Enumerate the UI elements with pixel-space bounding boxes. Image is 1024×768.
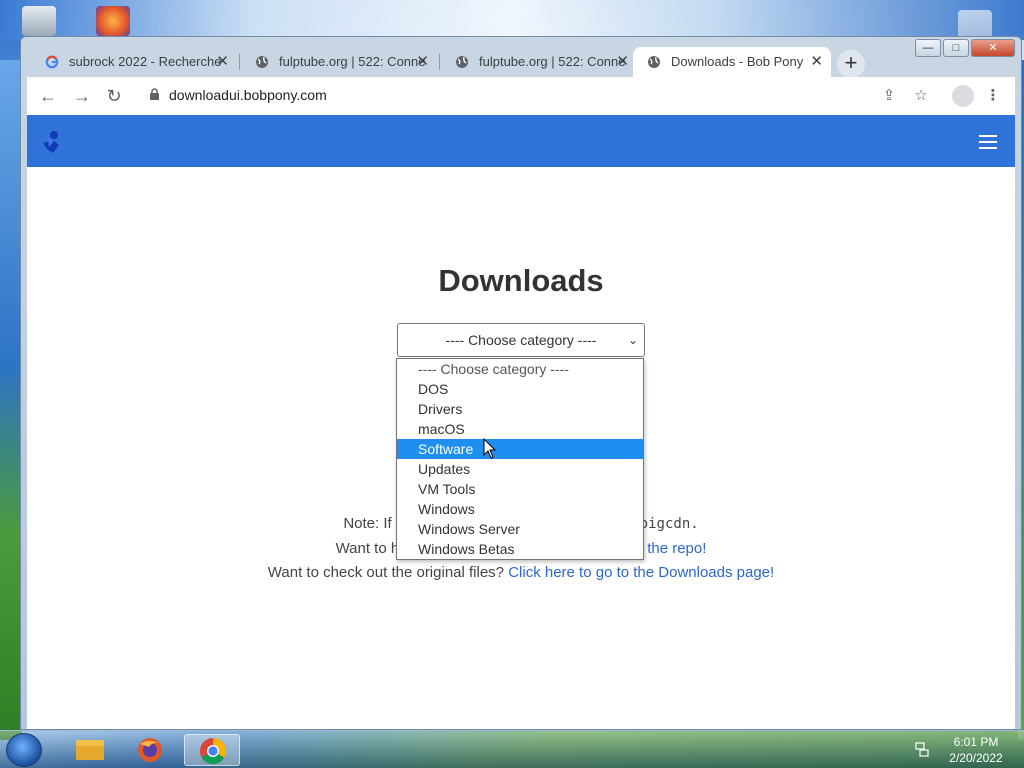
globe-icon (648, 56, 660, 68)
original-files-line: Want to check out the original files? Cl… (27, 564, 1015, 581)
note-prefix: Note: If (343, 515, 392, 532)
lock-icon[interactable] (149, 88, 160, 100)
tab-title: Downloads - Bob Pony (671, 54, 804, 69)
option-drivers[interactable]: Drivers (397, 399, 643, 419)
hamburger-menu-icon[interactable] (979, 135, 997, 153)
recycle-bin-icon[interactable] (22, 6, 56, 36)
category-select[interactable]: ---- Choose category ---- ⌄ (397, 323, 645, 357)
network-tray-icon[interactable] (914, 741, 930, 757)
new-tab-button[interactable]: + (837, 50, 865, 78)
profile-avatar-icon[interactable] (952, 85, 974, 107)
option-windows[interactable]: Windows (397, 499, 643, 519)
bookmark-star-icon[interactable]: ☆ (911, 86, 931, 106)
tab-close-icon[interactable]: ✕ (216, 47, 229, 77)
note-suffix: pigcdn. (639, 516, 699, 532)
option-software[interactable]: Software (397, 439, 643, 459)
chevron-down-icon: ⌄ (627, 333, 638, 347)
close-window-button[interactable]: ✕ (971, 39, 1015, 57)
tab-downloads-bob-pony[interactable]: Downloads - Bob Pony ✕ (633, 47, 831, 77)
downloads-page-link[interactable]: Click here to go to the Downloads page! (508, 564, 774, 581)
tab-close-icon[interactable]: ✕ (416, 47, 429, 77)
tab-title: fulptube.org | 522: Conne (479, 54, 626, 69)
site-navbar (27, 115, 1015, 167)
tab-separator (439, 54, 440, 70)
menu-kebab-icon[interactable]: ⋮ (983, 86, 1003, 106)
chrome-icon[interactable] (184, 734, 240, 766)
clock-time: 6:01 PM (953, 735, 999, 749)
address-bar[interactable]: downloadui.bobpony.com (169, 87, 327, 103)
tab-close-icon[interactable]: ✕ (810, 47, 823, 77)
clock-date: 2/20/2022 (949, 751, 1003, 765)
option-vm-tools[interactable]: VM Tools (397, 479, 643, 499)
repo-prefix: Want to h (335, 540, 400, 557)
globe-icon (456, 56, 468, 68)
category-dropdown-list: ---- Choose category ---- DOS Drivers ma… (396, 358, 644, 560)
firefox-desktop-icon[interactable] (96, 6, 130, 36)
tab-fulptube-2[interactable]: fulptube.org | 522: Conne ✕ (441, 47, 637, 77)
window-controls: — □ ✕ (915, 39, 1015, 59)
file-explorer-icon[interactable] (62, 734, 118, 766)
option-placeholder[interactable]: ---- Choose category ---- (397, 359, 643, 379)
tab-title: subrock 2022 - Recherche (69, 54, 222, 69)
page-title: Downloads (438, 263, 604, 298)
tab-fulptube-1[interactable]: fulptube.org | 522: Conne ✕ (241, 47, 437, 77)
reload-icon[interactable]: ↻ (103, 85, 125, 107)
start-button[interactable] (6, 733, 42, 767)
tab-close-icon[interactable]: ✕ (616, 47, 629, 77)
option-windows-server[interactable]: Windows Server (397, 519, 643, 539)
google-icon (45, 55, 59, 69)
option-windows-betas[interactable]: Windows Betas (397, 539, 643, 559)
share-icon[interactable]: ⇪ (879, 86, 899, 106)
repo-link[interactable]: the repo! (647, 540, 706, 557)
maximize-button[interactable]: □ (943, 39, 969, 57)
taskbar: 6:01 PM 2/20/2022 (0, 730, 1024, 768)
tab-title: fulptube.org | 522: Conne (279, 54, 426, 69)
tab-google-search[interactable]: subrock 2022 - Recherche ✕ (31, 47, 237, 77)
option-macos[interactable]: macOS (397, 419, 643, 439)
original-files-text: Want to check out the original files? (267, 564, 505, 581)
browser-toolbar: ← → ↻ downloadui.bobpony.com ⇪ ☆ ⋮ (27, 77, 1015, 115)
firefox-icon[interactable] (122, 734, 178, 766)
option-dos[interactable]: DOS (397, 379, 643, 399)
site-logo-icon[interactable] (39, 129, 65, 155)
minimize-button[interactable]: — (915, 39, 941, 57)
desktop-wallpaper-left (0, 60, 22, 740)
desktop-wallpaper (0, 0, 1024, 40)
category-select-value: ---- Choose category ---- (445, 332, 597, 348)
mouse-cursor-icon (483, 438, 497, 459)
forward-arrow-icon[interactable]: → (71, 85, 93, 107)
globe-icon (256, 56, 268, 68)
tab-separator (239, 54, 240, 70)
tab-strip: subrock 2022 - Recherche ✕ fulptube.org … (27, 45, 911, 77)
system-clock[interactable]: 6:01 PM 2/20/2022 (940, 734, 1012, 766)
option-updates[interactable]: Updates (397, 459, 643, 479)
back-arrow-icon[interactable]: ← (37, 85, 59, 107)
